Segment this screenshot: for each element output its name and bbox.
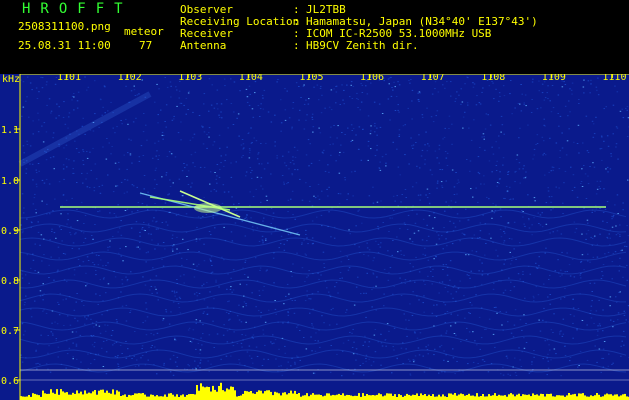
x-tick-label: 1107 xyxy=(421,74,445,83)
meteor-label: meteor xyxy=(124,25,164,38)
y-tick-label: 0.6 xyxy=(1,376,19,387)
app-title: HROFFT xyxy=(22,1,133,17)
x-tick-label: 1101 xyxy=(57,74,81,83)
y-tick-label: 0.8 xyxy=(1,276,19,287)
y-axis-unit: kHz xyxy=(2,74,20,85)
x-tick-label: 1108 xyxy=(481,74,505,83)
x-tick-label: 1103 xyxy=(178,74,202,83)
y-tick-label: 1.0 xyxy=(1,176,19,187)
meteor-count: 77 xyxy=(139,39,153,52)
info-colon: : xyxy=(293,39,300,52)
x-tick-label: 1105 xyxy=(299,74,323,83)
date-time: 25.08.31 11:00 xyxy=(18,39,111,52)
x-tick-label: 1106 xyxy=(360,74,384,83)
meteor-echo-head xyxy=(194,203,222,213)
x-tick-label: 1104 xyxy=(239,74,263,83)
y-tick-label: 0.7 xyxy=(1,326,19,337)
file-name: 2508311100.png xyxy=(18,20,111,33)
header-panel: HROFFT 2508311100.png 25.08.31 11:00 met… xyxy=(0,0,629,74)
y-tick-label: 0.9 xyxy=(1,226,19,237)
y-tick-label: 1.1 xyxy=(1,125,19,136)
x-tick-label: 1102 xyxy=(118,74,142,83)
info-key-antenna: Antenna xyxy=(180,39,227,52)
info-value-antenna: HB9CV Zenith dir. xyxy=(306,39,419,52)
x-tick-label: 1109 xyxy=(542,74,566,83)
spectrogram: kHz 1.1 1.0 0.9 0.8 0.7 0.6 1101 1102 1103 1104 1… xyxy=(0,74,629,400)
x-tick-label: 1110 xyxy=(602,74,626,83)
